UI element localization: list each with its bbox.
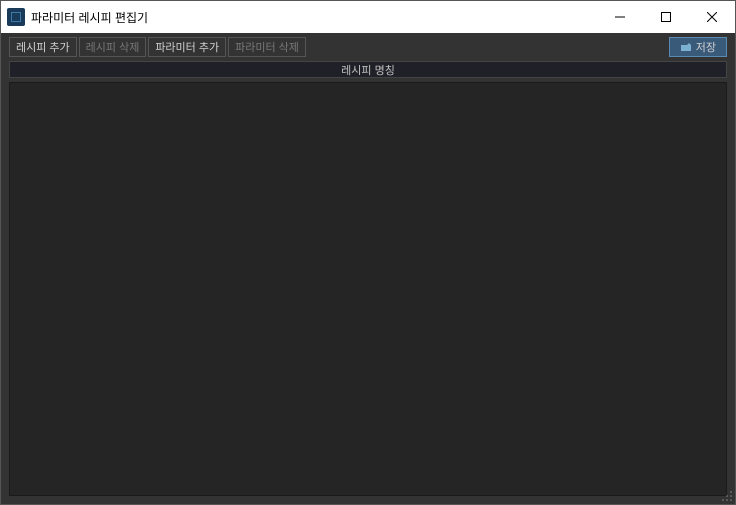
save-button-label: 저장 (696, 39, 716, 55)
content-area: 레시피 추가 레시피 삭제 파라미터 추가 파라미터 삭제 저장 레시피 명칭 (1, 33, 735, 504)
save-button[interactable]: 저장 (669, 37, 727, 57)
maximize-button[interactable] (643, 1, 689, 33)
app-icon (7, 8, 25, 26)
save-icon (680, 42, 692, 52)
column-header-recipe-name: 레시피 명칭 (9, 61, 727, 78)
toolbar: 레시피 추가 레시피 삭제 파라미터 추가 파라미터 삭제 저장 (1, 33, 735, 61)
recipe-add-button[interactable]: 레시피 추가 (9, 37, 77, 57)
window-controls (597, 1, 735, 33)
param-delete-button[interactable]: 파라미터 삭제 (228, 37, 306, 57)
resize-grip[interactable] (719, 488, 733, 502)
param-add-button[interactable]: 파라미터 추가 (148, 37, 226, 57)
recipe-delete-button[interactable]: 레시피 삭제 (79, 37, 147, 57)
recipe-list-panel[interactable] (9, 82, 727, 496)
close-button[interactable] (689, 1, 735, 33)
titlebar: 파라미터 레시피 편집기 (1, 1, 735, 33)
app-window: 파라미터 레시피 편집기 레시피 추가 레시피 삭제 파라미터 추가 파라미터 … (0, 0, 736, 505)
minimize-button[interactable] (597, 1, 643, 33)
window-title: 파라미터 레시피 편집기 (31, 9, 597, 26)
